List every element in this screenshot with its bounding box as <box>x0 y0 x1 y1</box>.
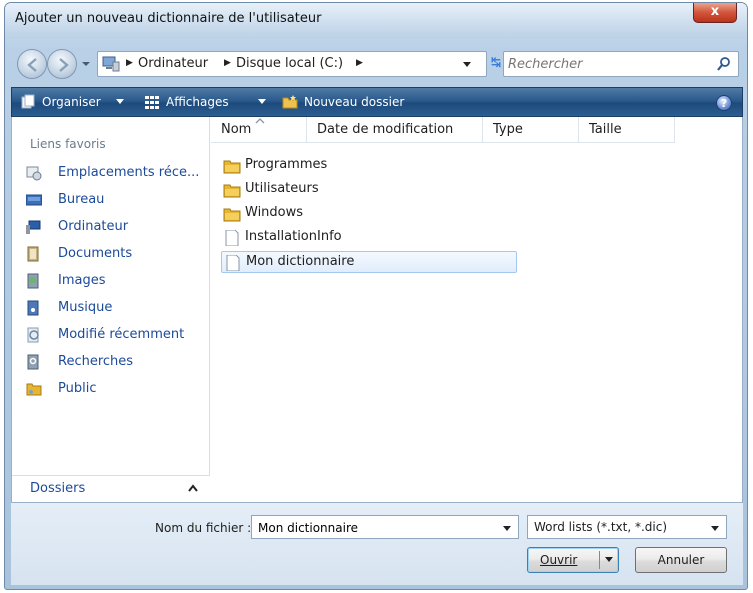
organize-icon <box>21 94 35 109</box>
file-icon <box>225 230 239 246</box>
breadcrumb-disque-local[interactable]: Disque local (C:) <box>236 56 343 71</box>
column-header-date[interactable]: Date de modification <box>307 117 483 143</box>
sidebar-item-label: Bureau <box>58 192 105 207</box>
sidebar-item-recent-places[interactable]: Emplacements réce... <box>22 163 208 185</box>
breadcrumb-separator-icon[interactable]: ▶ <box>126 58 133 68</box>
navigation-bar: ▶ Ordinateur ▶ Disque local (C:) ▶ ↹ <box>15 47 741 81</box>
file-icon <box>226 255 240 271</box>
sidebar-item-label: Modifié récemment <box>58 327 185 342</box>
folder-icon <box>223 208 241 222</box>
nouveau-dossier-button[interactable]: Nouveau dossier <box>304 95 404 109</box>
search-icon[interactable] <box>716 56 732 72</box>
sidebar-item-public[interactable]: Public <box>22 379 208 401</box>
search-box[interactable] <box>503 51 739 77</box>
chevron-down-icon[interactable] <box>502 525 512 532</box>
folder-icon <box>223 160 241 174</box>
public-folder-icon <box>26 383 42 396</box>
file-name: Windows <box>245 205 304 220</box>
sidebar-item-bureau[interactable]: Bureau <box>22 190 208 212</box>
file-name: Programmes <box>245 157 328 172</box>
open-button[interactable]: Ouvrir <box>527 547 619 573</box>
column-header-nom[interactable]: Nom <box>211 117 307 143</box>
sort-ascending-icon <box>255 118 265 124</box>
sidebar-item-documents[interactable]: Documents <box>22 244 208 266</box>
file-name: InstallationInfo <box>245 229 342 244</box>
filetype-value: Word lists (*.txt, *.dic) <box>534 520 668 534</box>
split-divider <box>599 551 600 569</box>
chevron-down-icon[interactable] <box>710 525 720 532</box>
dialog-window: Ajouter un nouveau dictionnaire de l'uti… <box>4 2 748 590</box>
column-header-type[interactable]: Type <box>483 117 579 143</box>
sidebar-item-label: Emplacements réce... <box>58 165 200 180</box>
title-bar[interactable]: Ajouter un nouveau dictionnaire de l'uti… <box>5 3 747 39</box>
sidebar-item-label: Images <box>58 273 106 288</box>
pictures-icon <box>27 273 39 289</box>
recent-pages-dropdown-icon[interactable] <box>81 59 91 69</box>
list-item[interactable]: Programmes <box>221 155 517 177</box>
breadcrumb-ordinateur[interactable]: Ordinateur <box>138 56 208 71</box>
documents-icon <box>27 246 39 262</box>
chevron-down-icon[interactable] <box>604 556 614 564</box>
list-item[interactable]: Utilisateurs <box>221 179 517 201</box>
sidebar-item-label: Ordinateur <box>58 219 129 234</box>
back-button[interactable] <box>17 49 47 79</box>
file-name: Utilisateurs <box>245 181 319 196</box>
file-selection-panel: Nom du fichier : Word lists (*.txt, *.di… <box>11 503 743 585</box>
sidebar-item-label: Musique <box>58 300 113 315</box>
forward-arrow-icon <box>59 58 69 72</box>
chevron-up-icon[interactable] <box>188 484 198 492</box>
recent-places-icon <box>26 166 42 181</box>
music-icon <box>27 300 39 316</box>
filename-combobox[interactable] <box>251 515 519 539</box>
back-arrow-icon <box>27 58 37 72</box>
command-bar: Organiser Affichages Nouveau dossier ? <box>11 87 743 117</box>
address-bar[interactable]: ▶ Ordinateur ▶ Disque local (C:) ▶ <box>97 51 487 77</box>
column-header-taille[interactable]: Taille <box>579 117 675 143</box>
organiser-button[interactable]: Organiser <box>42 95 101 109</box>
recently-changed-icon <box>27 327 39 343</box>
list-item[interactable]: Windows <box>221 203 517 225</box>
favorite-links-header: Liens favoris <box>30 137 106 151</box>
views-icon <box>145 96 159 109</box>
cancel-button[interactable]: Annuler <box>635 547 727 573</box>
folders-toggle[interactable]: Dossiers <box>12 475 210 501</box>
sidebar-item-label: Recherches <box>58 354 134 369</box>
sidebar-item-recherches[interactable]: Recherches <box>22 352 208 374</box>
sidebar-item-modifie-recemment[interactable]: Modifié récemment <box>22 325 208 347</box>
cancel-button-label: Annuler <box>657 553 705 567</box>
sidebar-item-images[interactable]: Images <box>22 271 208 293</box>
folders-label: Dossiers <box>30 481 86 496</box>
new-folder-icon <box>282 95 298 109</box>
list-item[interactable]: InstallationInfo <box>221 227 517 249</box>
folder-icon <box>223 184 241 198</box>
computer-icon <box>102 56 120 72</box>
open-button-label: Ouvrir <box>540 553 578 567</box>
sidebar-item-musique[interactable]: Musique <box>22 298 208 320</box>
breadcrumb-separator-icon[interactable]: ▶ <box>224 58 231 68</box>
desktop-icon <box>26 194 42 206</box>
filename-label: Nom du fichier : <box>155 521 252 535</box>
chevron-down-icon[interactable] <box>116 99 124 105</box>
affichages-button[interactable]: Affichages <box>166 95 229 109</box>
window-title: Ajouter un nouveau dictionnaire de l'uti… <box>15 11 322 26</box>
help-icon[interactable]: ? <box>716 95 732 111</box>
content-area: Liens favoris Emplacements réce... Burea… <box>11 117 743 503</box>
breadcrumb-separator-icon[interactable]: ▶ <box>356 58 363 68</box>
sidebar-item-ordinateur[interactable]: Ordinateur <box>22 217 208 239</box>
filetype-select[interactable]: Word lists (*.txt, *.dic) <box>527 515 727 539</box>
address-dropdown-icon[interactable] <box>462 61 472 69</box>
close-button[interactable]: x <box>693 3 737 23</box>
file-name: Mon dictionnaire <box>246 254 355 269</box>
computer-icon <box>26 220 41 234</box>
filename-input[interactable] <box>258 520 478 536</box>
chevron-down-icon[interactable] <box>258 99 266 105</box>
sidebar-item-label: Documents <box>58 246 133 261</box>
navigation-pane: Liens favoris Emplacements réce... Burea… <box>12 117 210 501</box>
forward-button[interactable] <box>47 49 77 79</box>
searches-icon <box>27 354 39 370</box>
sidebar-item-label: Public <box>58 381 97 396</box>
list-item-selected[interactable]: Mon dictionnaire <box>221 251 517 273</box>
search-input[interactable] <box>508 55 708 73</box>
file-list: Nom Date de modification Type Taille Pro… <box>211 117 742 501</box>
